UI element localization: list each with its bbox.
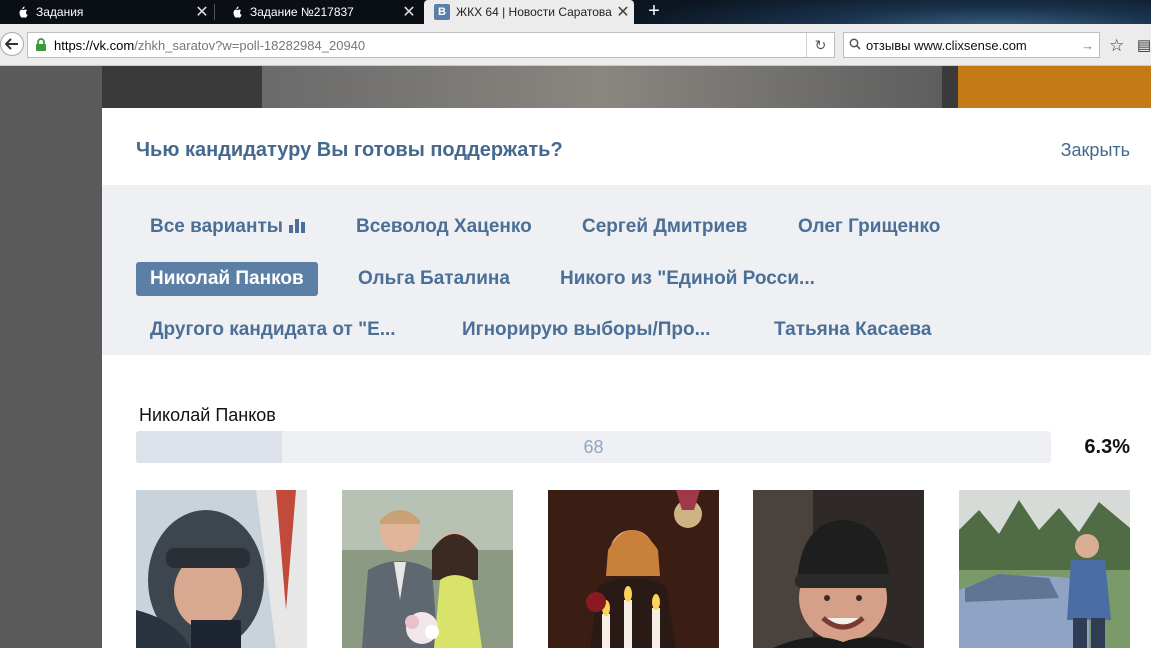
voter-avatar[interactable] bbox=[136, 490, 307, 648]
tab-title: ЖКХ 64 | Новости Саратова bbox=[456, 5, 612, 19]
browser-tab[interactable]: Задания ✕ bbox=[0, 0, 213, 24]
poll-question: Чью кандидатуру Вы готовы поддержать? bbox=[136, 139, 563, 161]
apple-favicon-icon bbox=[14, 4, 30, 20]
modal-header: Чью кандидатуру Вы готовы поддержать? За… bbox=[102, 108, 1151, 185]
url-host: https://vk.com bbox=[54, 37, 135, 53]
search-input[interactable] bbox=[866, 37, 1081, 53]
result-candidate-name: Николай Панков bbox=[139, 405, 276, 425]
option-candidate[interactable]: Всеволод Хаценко bbox=[342, 210, 546, 244]
result-vote-count: 68 bbox=[583, 437, 604, 457]
close-tab-icon[interactable]: ✕ bbox=[398, 2, 420, 22]
reading-list-icon[interactable]: ▤ bbox=[1137, 36, 1151, 54]
navigation-bar: https://vk.com/zhkh_saratov?w=poll-18282… bbox=[0, 24, 1151, 66]
bar-chart-icon bbox=[289, 219, 305, 233]
voter-avatar[interactable] bbox=[548, 490, 719, 648]
new-tab-plus-icon[interactable]: + bbox=[644, 0, 664, 24]
option-candidate[interactable]: Сергей Дмитриев bbox=[568, 210, 761, 244]
url-text[interactable]: https://vk.com/zhkh_saratov?w=poll-18282… bbox=[54, 38, 806, 53]
page-left-gutter bbox=[0, 66, 102, 648]
option-candidate[interactable]: Татьяна Касаева bbox=[760, 313, 945, 347]
tab-strip: Задания ✕ Задание №217837 ✕ В ЖКХ 64 | Н… bbox=[0, 0, 1151, 70]
result-percent: 6.3% bbox=[1084, 436, 1130, 458]
option-candidate[interactable]: Олег Грищенко bbox=[784, 210, 954, 244]
back-arrow-icon[interactable] bbox=[0, 32, 24, 56]
tab-title: Задания bbox=[36, 5, 84, 19]
address-bar[interactable]: https://vk.com/zhkh_saratov?w=poll-18282… bbox=[27, 32, 835, 58]
poll-modal: Чью кандидатуру Вы готовы поддержать? За… bbox=[102, 108, 1151, 648]
reload-icon[interactable]: ↻ bbox=[806, 33, 834, 57]
lock-icon bbox=[36, 38, 46, 51]
bookmark-star-icon[interactable]: ☆ bbox=[1109, 36, 1124, 56]
option-all-variants[interactable]: Все варианты bbox=[136, 210, 323, 244]
background-banner bbox=[958, 66, 1151, 108]
tab-title: Задание №217837 bbox=[250, 5, 354, 19]
close-button[interactable]: Закрыть bbox=[1061, 140, 1130, 161]
browser-tab[interactable]: Задание №217837 ✕ bbox=[214, 0, 420, 24]
avatar-man-hat bbox=[753, 490, 924, 648]
search-icon bbox=[844, 38, 866, 53]
browser-tab-active[interactable]: В ЖКХ 64 | Новости Саратова ✕ bbox=[424, 0, 634, 24]
avatar-woman-candles bbox=[548, 490, 719, 648]
background-cover-photo bbox=[262, 66, 942, 108]
voter-avatar[interactable] bbox=[342, 490, 513, 648]
option-candidate-selected[interactable]: Николай Панков bbox=[136, 262, 318, 296]
avatar-man-car bbox=[959, 490, 1130, 648]
avatar-pilot bbox=[136, 490, 307, 648]
vk-favicon-icon: В bbox=[434, 4, 450, 20]
search-box[interactable]: → bbox=[843, 32, 1100, 58]
close-tab-icon[interactable]: ✕ bbox=[612, 2, 634, 22]
option-label: Все варианты bbox=[150, 216, 283, 237]
avatar-couple bbox=[342, 490, 513, 648]
apple-favicon-icon bbox=[228, 4, 244, 20]
url-path: /zhkh_saratov?w=poll-18282984_20940 bbox=[134, 37, 366, 53]
result-progress-bar: 68 bbox=[136, 431, 1051, 463]
option-candidate[interactable]: Никого из "Единой Росси... bbox=[546, 262, 829, 296]
search-go-arrow-icon[interactable]: → bbox=[1081, 38, 1099, 53]
option-candidate[interactable]: Ольга Баталина bbox=[344, 262, 524, 296]
close-tab-icon[interactable]: ✕ bbox=[191, 2, 213, 22]
poll-options-filter: Все варианты Всеволод Хаценко Сергей Дми… bbox=[102, 185, 1151, 355]
option-candidate[interactable]: Игнорирую выборы/Про... bbox=[448, 313, 724, 347]
voter-avatar[interactable] bbox=[753, 490, 924, 648]
option-candidate[interactable]: Другого кандидата от "Е... bbox=[136, 313, 410, 347]
voter-avatar[interactable] bbox=[959, 490, 1130, 648]
